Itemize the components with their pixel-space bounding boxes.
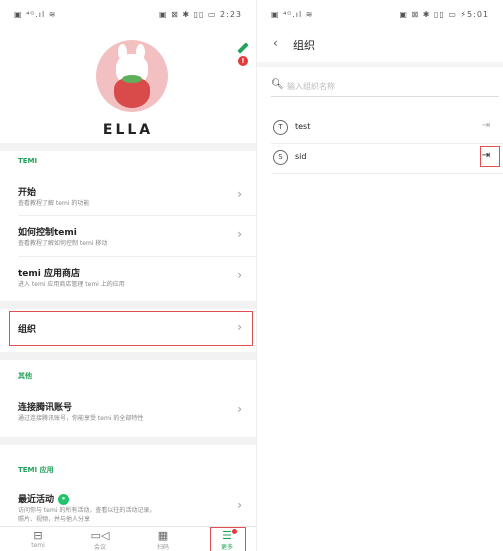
status-left: ▣ ⁴ᴳ.ıl ≋	[14, 10, 57, 19]
bottom-navigation: ⊟ temi ▭◁ 会议 ▦ 扫码 ☰ 更多	[0, 526, 256, 551]
edit-profile-button[interactable]: !	[233, 40, 251, 68]
avatar-art	[122, 75, 142, 83]
status-bar: ▣ ⁴ᴳ.ıl ≋ ▣ ⊠ ✱ ▯▯ ▭ 2:23	[0, 0, 256, 28]
video-icon: ▭◁	[90, 529, 110, 542]
new-badge-icon: •	[58, 494, 70, 505]
menu-item-tencent[interactable]: 连接腾讯账号 通过连接腾讯账号，你能享受 temi 的全部特性 ›	[0, 395, 256, 429]
organization-screen: ▣ ⁴ᴳ.ıl ≋ ▣ ⊠ ✱ ▯▯ ▭ ⚡5:01 ‹ 组织 🔍︎ T tes…	[256, 0, 503, 551]
nav-tab-label: temi	[31, 542, 45, 549]
chevron-right-icon: ›	[237, 227, 242, 241]
org-row-test[interactable]: T test ⇥	[257, 112, 503, 144]
menu-item-title-text: 最近活动	[18, 495, 55, 505]
nav-tab-meeting[interactable]: ▭◁ 会议	[80, 529, 120, 551]
nav-tab-temi[interactable]: ⊟ temi	[18, 529, 58, 549]
chevron-right-icon: ›	[237, 187, 242, 201]
status-bar: ▣ ⁴ᴳ.ıl ≋ ▣ ⊠ ✱ ▯▯ ▭ ⚡5:01	[257, 0, 503, 28]
settings-screen: ▣ ⁴ᴳ.ıl ≋ ▣ ⊠ ✱ ▯▯ ▭ 2:23 ! ELLA TEMI 开始…	[0, 0, 256, 551]
status-left: ▣ ⁴ᴳ.ıl ≋	[271, 10, 314, 19]
menu-item-subtitle: 通过连接腾讯账号，你能享受 temi 的全部特性	[18, 415, 144, 422]
avatar[interactable]	[96, 40, 168, 112]
search-bar: 🔍︎	[271, 77, 499, 97]
menu-item-how-to-control[interactable]: 如何控制temi 查看教程了解如何控制 temi 移动 ›	[0, 216, 256, 252]
nav-tab-label: 会议	[93, 544, 106, 551]
menu-item-title: 开始	[18, 188, 37, 198]
org-name: sid	[295, 152, 307, 161]
menu-item-title: 最近活动 •	[18, 492, 70, 505]
org-initial-icon: S	[273, 150, 288, 165]
section-header-apps: TEMI 应用	[18, 466, 54, 474]
menu-item-title: 连接腾讯账号	[18, 403, 73, 413]
menu-item-subtitle: 查看教程了解如何控制 temi 移动	[18, 240, 108, 247]
section-gap	[0, 143, 256, 151]
section-gap	[0, 437, 256, 445]
status-right: ▣ ⊠ ✱ ▯▯ ▭ 2:23	[158, 10, 242, 19]
chevron-right-icon: ›	[237, 498, 242, 512]
qr-code-icon: ▦	[157, 529, 169, 542]
highlight-box	[210, 527, 246, 551]
menu-item-title: 如何控制temi	[18, 228, 77, 238]
menu-item-subtitle: 进入 temi 应用商店管理 temi 上的应用	[18, 281, 125, 288]
nav-tab-scan[interactable]: ▦ 扫码	[143, 529, 183, 551]
notification-dot: !	[238, 56, 248, 66]
highlight-box	[480, 146, 500, 167]
status-right: ▣ ⊠ ✱ ▯▯ ▭ ⚡5:01	[399, 10, 489, 19]
section-header-other: 其他	[18, 372, 32, 380]
menu-item-subtitle: 访问你与 temi 的所有活动，查看以往的活动记录，	[18, 507, 156, 514]
page-title: 组织	[293, 39, 315, 52]
temi-icon: ⊟	[33, 529, 43, 542]
chevron-right-icon: ›	[237, 268, 242, 282]
menu-item-app-store[interactable]: temi 应用商店 进入 temi 应用商店管理 temi 上的应用 ›	[0, 257, 256, 293]
menu-item-recent-activity[interactable]: 最近活动 • 访问你与 temi 的所有活动，查看以往的活动记录， 照片、视频，并…	[0, 488, 256, 524]
menu-item-subtitle: 查看教程了解 temi 的功能	[18, 200, 90, 207]
search-input[interactable]	[287, 77, 487, 95]
section-header-temi: TEMI	[18, 157, 38, 165]
search-icon: 🔍︎	[271, 79, 284, 90]
menu-item-subtitle: 照片、视频，并与他人分享	[18, 516, 91, 523]
org-row-sid[interactable]: S sid ⇥	[257, 142, 503, 174]
org-initial-icon: T	[273, 120, 288, 135]
highlight-box	[9, 311, 253, 346]
org-name: test	[295, 122, 311, 131]
divider	[271, 173, 503, 174]
header-divider	[257, 62, 503, 67]
nav-tab-label: 扫码	[156, 544, 169, 551]
menu-item-getting-started[interactable]: 开始 查看教程了解 temi 的功能 ›	[0, 176, 256, 212]
section-gap	[0, 301, 256, 309]
pencil-icon	[237, 42, 249, 54]
exit-icon[interactable]: ⇥	[478, 118, 494, 134]
username: ELLA	[102, 122, 154, 138]
back-button[interactable]: ‹	[273, 36, 278, 50]
menu-item-title: temi 应用商店	[18, 269, 81, 279]
chevron-right-icon: ›	[237, 402, 242, 416]
section-gap	[0, 352, 256, 360]
